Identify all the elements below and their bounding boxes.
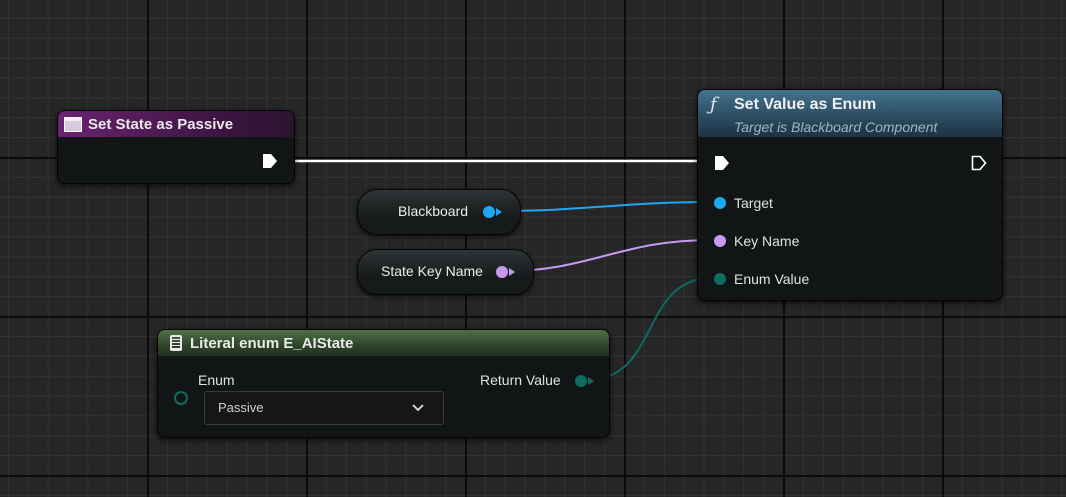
blackboard-wire: [493, 201, 713, 212]
node-header: Literal enum E_AIState: [158, 330, 609, 356]
enum-value-in-pin[interactable]: [714, 273, 726, 285]
return-value-out-pin[interactable]: [575, 375, 587, 387]
node-header: Set State as Passive: [58, 111, 294, 137]
pin-label: Target: [734, 195, 773, 211]
return-value-label: Return Value: [480, 372, 561, 388]
key-name-in-pin[interactable]: [714, 235, 726, 247]
variable-label: Blackboard: [398, 203, 469, 219]
pin-label: Enum Value: [734, 271, 810, 287]
key-name-pin-row[interactable]: Key Name: [714, 233, 799, 249]
exec-out-pin[interactable]: [262, 153, 278, 174]
set-value-as-enum-node[interactable]: ƒ Set Value as Enum Target is Blackboard…: [697, 89, 1003, 301]
pin-arrow-icon: [509, 268, 515, 276]
exec-in-pin[interactable]: [714, 155, 730, 176]
state-key-wire: [505, 239, 713, 272]
pin-arrow-icon: [496, 208, 502, 216]
node-header: ƒ Set Value as Enum Target is Blackboard…: [698, 90, 1002, 137]
enum-value-pin-row[interactable]: Enum Value: [714, 271, 809, 287]
function-icon: ƒ: [710, 94, 717, 115]
enum-label: Enum: [198, 372, 235, 388]
variable-label: State Key Name: [381, 263, 483, 279]
enum-selected-value: Passive: [218, 400, 264, 415]
target-in-pin[interactable]: [714, 197, 726, 209]
blackboard-variable-node[interactable]: Blackboard: [357, 189, 521, 235]
chevron-down-icon: [412, 404, 424, 412]
state-key-name-variable-node[interactable]: State Key Name: [357, 249, 534, 295]
pin-arrow-icon: [588, 377, 594, 385]
set-state-passive-node[interactable]: Set State as Passive: [57, 110, 295, 184]
node-title: Set Value as Enum: [734, 96, 877, 113]
enum-literal-icon: [170, 335, 182, 351]
node-title: Set State as Passive: [88, 115, 234, 133]
target-pin-row[interactable]: Target: [714, 195, 773, 211]
enum-select[interactable]: Passive: [204, 391, 444, 425]
name-out-pin[interactable]: [496, 266, 508, 278]
pin-label: Key Name: [734, 233, 800, 249]
literal-enum-node[interactable]: Literal enum E_AIState Enum Passive Retu…: [157, 329, 610, 438]
node-title: Literal enum E_AIState: [190, 334, 354, 352]
enum-in-pin[interactable]: [174, 391, 188, 405]
node-subtitle: Target is Blackboard Component: [734, 119, 938, 135]
object-out-pin[interactable]: [483, 206, 495, 218]
custom-event-icon: [64, 116, 82, 132]
exec-out-pin[interactable]: [971, 155, 987, 176]
